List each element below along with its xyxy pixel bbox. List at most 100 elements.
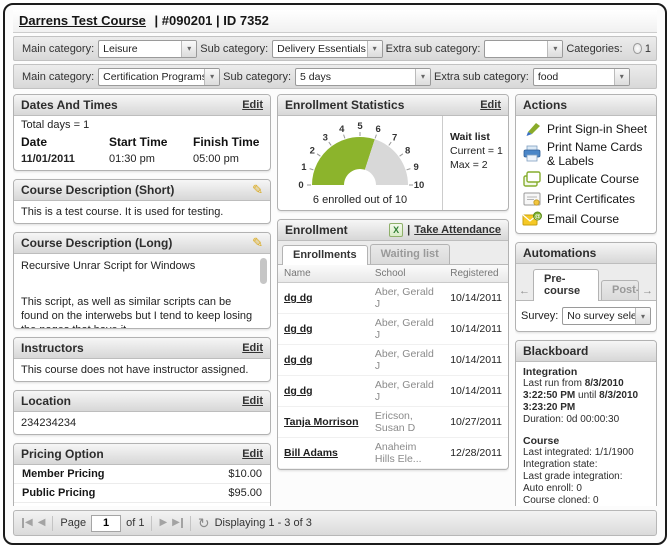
svg-text:4: 4 (339, 124, 345, 135)
svg-text:8: 8 (405, 145, 410, 156)
tab-scroll-left-icon[interactable]: ← (518, 285, 531, 300)
start-time-value: 01:30 pm (109, 153, 193, 165)
chevron-down-icon[interactable]: ▾ (181, 41, 196, 57)
extra-sub-category-select-1[interactable]: ▾ (484, 40, 563, 58)
chevron-down-icon[interactable]: ▾ (614, 69, 629, 85)
enrollee-name-link[interactable]: dg dg (278, 345, 369, 376)
take-attendance-link[interactable]: Take Attendance (414, 224, 501, 236)
chevron-down-icon[interactable]: ▾ (204, 69, 219, 85)
tab-pre-course[interactable]: Pre-course (533, 269, 599, 301)
tab-post-course[interactable]: Post- (601, 280, 639, 300)
long-description-line2: This script, as well as similar scripts … (21, 295, 254, 329)
name-column-header[interactable]: Name (278, 265, 369, 283)
short-description-title: Course Description (Short) (21, 183, 174, 197)
print-name-cards-action[interactable]: Print Name Cards & Labels (520, 139, 652, 169)
instructors-panel: Instructors Edit This course does not ha… (13, 337, 271, 382)
until-word: until (578, 390, 596, 401)
actions-header: Actions (516, 95, 656, 116)
category-row-1: Main category: Leisure ▾ Sub category: D… (13, 36, 657, 61)
print-sign-in-sheet-action[interactable]: Print Sign-in Sheet (520, 119, 652, 139)
chevron-down-icon[interactable]: ▾ (367, 41, 382, 57)
enrollee-name-link[interactable]: dg dg (278, 314, 369, 345)
email-course-action[interactable]: @ Email Course (520, 209, 652, 229)
categories-radio[interactable] (633, 43, 642, 54)
gauge-wrap: 012345678910 6 enrolled out of 10 (278, 116, 442, 210)
blackboard-title: Blackboard (523, 344, 588, 358)
location-text: 234234234 (14, 412, 270, 434)
chevron-down-icon[interactable]: ▾ (547, 41, 562, 57)
refresh-icon[interactable]: ↻ (198, 516, 210, 530)
survey-select[interactable]: No survey sele ▾ (562, 307, 651, 325)
main-category-select-1[interactable]: Leisure ▾ (98, 40, 197, 58)
enrollee-registered: 10/14/2011 (444, 345, 508, 376)
first-page-button[interactable]: ◀ (22, 518, 33, 528)
blackboard-header: Blackboard (516, 341, 656, 362)
long-description-line1: Recursive Unrar Script for Windows (21, 259, 254, 273)
edit-pencil-icon[interactable]: ✎ (252, 184, 263, 196)
pricing-row-label: Member Pricing (22, 468, 105, 480)
divider (52, 516, 53, 531)
extra-sub-category-label: Extra sub category: (434, 71, 529, 83)
previous-page-button[interactable]: ◀ (38, 518, 46, 528)
enrollee-name-link[interactable]: dg dg (278, 283, 369, 314)
svg-text:7: 7 (392, 132, 397, 143)
dates-edit-link[interactable]: Edit (242, 99, 263, 111)
sub-category-select-2[interactable]: 5 days ▾ (295, 68, 431, 86)
integration-last-run: Last run from 8/3/2010 3:22:50 PM until … (523, 378, 649, 414)
action-label: Print Sign-in Sheet (547, 122, 647, 136)
spacer (523, 426, 649, 435)
date-value: 11/01/2011 (21, 153, 109, 165)
enrollee-school: Ericson, Susan D (369, 407, 444, 438)
tab-enrollments[interactable]: Enrollments (282, 245, 368, 265)
enrollment-statistics-body: 012345678910 6 enrolled out of 10 Wait l… (278, 116, 508, 210)
svg-text:9: 9 (413, 162, 418, 173)
table-row: dg dg Aber, Gerald J 10/14/2011 (278, 376, 508, 407)
enrollee-name-link[interactable]: dg dg (278, 376, 369, 407)
edit-pencil-icon[interactable]: ✎ (252, 237, 263, 249)
pricing-row: Member Pricing $10.00 (14, 465, 270, 484)
duplicate-icon (522, 170, 542, 188)
date-column-header: Date (21, 135, 109, 149)
last-page-button[interactable]: ▶ (172, 518, 183, 528)
tab-waiting-list[interactable]: Waiting list (370, 244, 450, 264)
duplicate-course-action[interactable]: Duplicate Course (520, 169, 652, 189)
pen-icon (522, 120, 542, 138)
scrollbar-thumb[interactable] (260, 258, 267, 284)
course-name-link[interactable]: Darrens Test Course (19, 13, 146, 28)
enrollee-name-link[interactable]: Tanja Morrison (278, 407, 369, 438)
table-row: dg dg Aber, Gerald J 10/14/2011 (278, 283, 508, 314)
instructors-edit-link[interactable]: Edit (242, 342, 263, 354)
email-icon: @ (522, 210, 542, 228)
automations-title: Automations (523, 246, 596, 260)
location-title: Location (21, 394, 71, 408)
main-category-label: Main category: (22, 43, 94, 55)
enrollment-statistics-header: Enrollment Statistics Edit (278, 95, 508, 116)
extra-sub-category-select-2[interactable]: food ▾ (533, 68, 630, 86)
action-label: Print Name Cards & Labels (547, 140, 650, 168)
enrollee-name-link[interactable]: Bill Adams (278, 438, 369, 469)
right-column: Actions Print Sign-in Sheet (515, 94, 657, 506)
enrollment-statistics-edit-link[interactable]: Edit (480, 99, 501, 111)
printer-icon (522, 145, 542, 163)
chevron-down-icon[interactable]: ▾ (635, 308, 650, 324)
page-input[interactable] (91, 515, 121, 532)
school-column-header[interactable]: School (369, 265, 444, 283)
page-of-label: of 1 (126, 517, 144, 529)
course-line: Auto enroll: 0 (523, 483, 649, 495)
svg-text:0: 0 (298, 180, 303, 189)
sub-category-select-1[interactable]: Delivery Essentials On I ▾ (272, 40, 382, 58)
tab-scroll-right-icon[interactable]: → (641, 285, 654, 300)
sub-category-label: Sub category: (223, 71, 291, 83)
main-category-select-2[interactable]: Certification Programs ▾ (98, 68, 220, 86)
instructors-title: Instructors (21, 341, 84, 355)
print-certificates-action[interactable]: Print Certificates (520, 189, 652, 209)
registered-column-header[interactable]: Registered (444, 265, 508, 283)
chevron-down-icon[interactable]: ▾ (415, 69, 430, 85)
location-edit-link[interactable]: Edit (242, 395, 263, 407)
next-page-button[interactable]: ▶ (159, 518, 167, 528)
excel-export-icon[interactable]: X (389, 223, 403, 237)
pricing-edit-link[interactable]: Edit (242, 448, 263, 460)
enrollee-registered: 10/14/2011 (444, 314, 508, 345)
waitlist-current: Current = 1 (450, 144, 504, 158)
instructors-header: Instructors Edit (14, 338, 270, 359)
